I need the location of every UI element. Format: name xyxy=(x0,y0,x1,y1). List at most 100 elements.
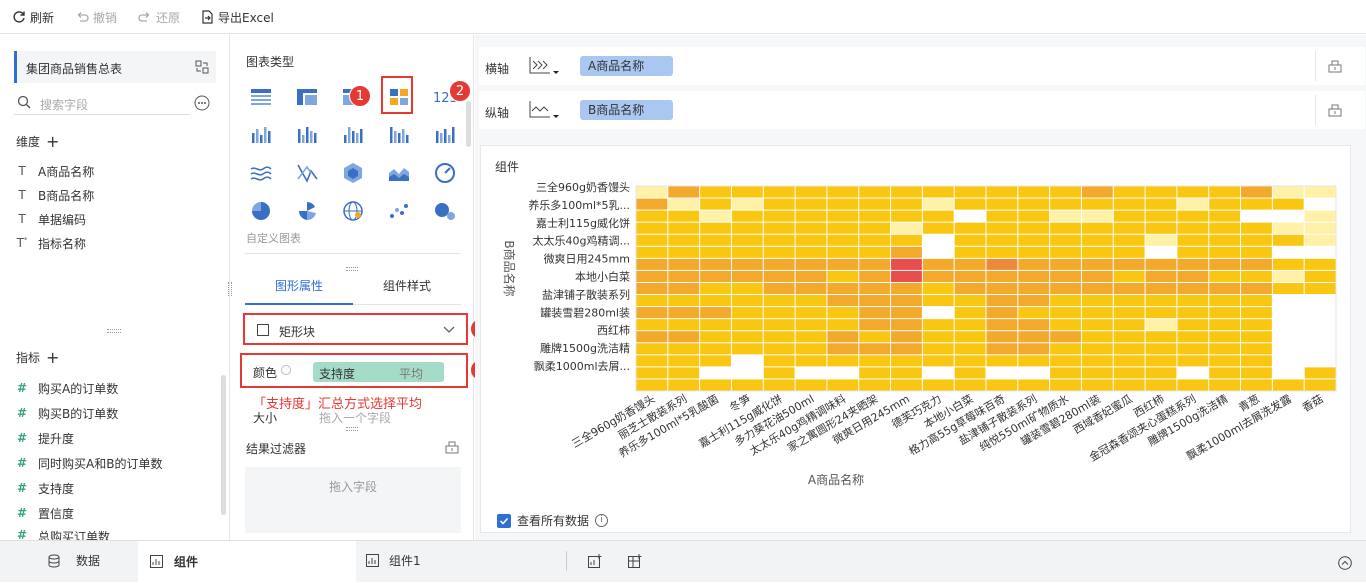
heatmap-cell[interactable] xyxy=(1177,319,1209,331)
heatmap-cell[interactable] xyxy=(795,258,827,270)
y-axis-settings-icon[interactable] xyxy=(1328,103,1342,117)
heatmap-cell[interactable] xyxy=(636,379,668,391)
heatmap-cell[interactable] xyxy=(827,307,859,319)
heatmap-cell[interactable] xyxy=(700,270,731,282)
heatmap-cell[interactable] xyxy=(922,295,954,307)
heatmap-cell[interactable] xyxy=(1272,355,1304,367)
heatmap-cell[interactable] xyxy=(1177,367,1209,379)
heatmap-cell[interactable] xyxy=(636,186,668,198)
grouped-bar-chart-icon[interactable] xyxy=(249,123,273,147)
heatmap-cell[interactable] xyxy=(700,319,731,331)
heatmap-cell[interactable] xyxy=(1304,234,1336,246)
x-axis-field-pill[interactable]: A商品名称 xyxy=(580,56,673,76)
heatmap-cell[interactable] xyxy=(1050,270,1081,282)
heatmap-cell[interactable] xyxy=(1145,307,1177,319)
field-search-input[interactable]: 搜索字段 xyxy=(14,91,190,115)
heatmap-cell[interactable] xyxy=(763,367,795,379)
heatmap-cell[interactable] xyxy=(891,379,922,391)
heatmap-cell[interactable] xyxy=(795,307,827,319)
heatmap-cell[interactable] xyxy=(986,379,1018,391)
heatmap-cell[interactable] xyxy=(954,343,986,355)
add-dimension-icon[interactable]: + xyxy=(46,132,59,151)
heatmap-cell[interactable] xyxy=(891,198,922,210)
heatmap-cell[interactable] xyxy=(636,282,668,295)
heatmap-cell[interactable] xyxy=(1018,343,1050,355)
heatmap-cell[interactable] xyxy=(986,210,1018,222)
heatmap-cell[interactable] xyxy=(954,234,986,246)
heatmap-cell[interactable] xyxy=(1209,307,1241,319)
heatmap-cell[interactable] xyxy=(1018,210,1050,222)
tab-graph-properties[interactable]: 图形属性 xyxy=(245,275,353,305)
heatmap-cell[interactable] xyxy=(1081,270,1113,282)
heatmap-cell[interactable] xyxy=(986,246,1018,258)
heatmap-cell[interactable] xyxy=(891,295,922,307)
dimension-item[interactable]: T A商品名称 xyxy=(16,161,94,181)
heatmap-cell[interactable] xyxy=(795,210,827,222)
tab-component-active[interactable]: 组件 xyxy=(138,541,356,583)
heatmap-cell[interactable] xyxy=(1304,210,1336,222)
heatmap-cell[interactable] xyxy=(1113,367,1145,379)
heatmap-cell[interactable] xyxy=(795,222,827,234)
heatmap-cell[interactable] xyxy=(668,295,700,307)
heatmap-cell[interactable] xyxy=(1304,331,1336,343)
heatmap-cell[interactable] xyxy=(859,270,891,282)
heatmap-cell[interactable] xyxy=(1177,270,1209,282)
heatmap-cell[interactable] xyxy=(1050,295,1081,307)
scrollbar[interactable] xyxy=(221,375,226,515)
heatmap-cell[interactable] xyxy=(731,246,763,258)
heatmap-cell[interactable] xyxy=(1304,222,1336,234)
heatmap-cell[interactable] xyxy=(700,246,731,258)
heatmap-cell[interactable] xyxy=(1304,319,1336,331)
heatmap-cell[interactable] xyxy=(1304,295,1336,307)
export-excel-button[interactable]: 导出Excel xyxy=(200,8,274,26)
heatmap-cell[interactable] xyxy=(986,343,1018,355)
heatmap-cell[interactable] xyxy=(731,282,763,295)
heatmap-cell[interactable] xyxy=(986,198,1018,210)
scatter-chart-icon[interactable] xyxy=(387,199,411,223)
heatmap-cell[interactable] xyxy=(1272,282,1304,295)
heatmap-cell[interactable] xyxy=(1018,355,1050,367)
radar-line-chart-icon[interactable] xyxy=(295,161,319,185)
heatmap-cell[interactable] xyxy=(1241,258,1272,270)
heatmap-cell[interactable] xyxy=(1018,379,1050,391)
heatmap-cell[interactable] xyxy=(891,307,922,319)
add-dashboard-icon[interactable] xyxy=(628,554,642,568)
heatmap-cell[interactable] xyxy=(700,355,731,367)
heatmap-cell[interactable] xyxy=(954,198,986,210)
heatmap-cell[interactable] xyxy=(668,307,700,319)
heatmap-cell[interactable] xyxy=(1241,379,1272,391)
heatmap-cell[interactable] xyxy=(795,270,827,282)
heatmap-cell[interactable] xyxy=(1272,295,1304,307)
table-selector[interactable]: 集团商品销售总表 xyxy=(14,51,216,83)
heatmap-cell[interactable] xyxy=(1018,367,1050,379)
heatmap-cell[interactable] xyxy=(859,186,891,198)
heatmap-cell[interactable] xyxy=(1018,222,1050,234)
heatmap-cell[interactable] xyxy=(636,307,668,319)
heatmap-cell[interactable] xyxy=(1018,331,1050,343)
heatmap-cell[interactable] xyxy=(1241,319,1272,331)
heatmap-cell[interactable] xyxy=(922,270,954,282)
heatmap-cell[interactable] xyxy=(636,331,668,343)
heatmap-cell[interactable] xyxy=(1081,379,1113,391)
heatmap-cell[interactable] xyxy=(1081,246,1113,258)
heatmap-cell[interactable] xyxy=(763,295,795,307)
heatmap-cell[interactable] xyxy=(1209,295,1241,307)
heatmap-cell[interactable] xyxy=(986,355,1018,367)
heatmap-cell[interactable] xyxy=(1304,270,1336,282)
heatmap-cell[interactable] xyxy=(1081,307,1113,319)
heatmap-cell[interactable] xyxy=(700,258,731,270)
measure-item[interactable]: # 总购买订单数 xyxy=(16,528,110,540)
refresh-button[interactable]: 刷新 xyxy=(12,8,54,26)
heatmap-cell[interactable] xyxy=(891,270,922,282)
heatmap-cell[interactable] xyxy=(636,319,668,331)
heatmap-cell[interactable] xyxy=(1018,234,1050,246)
heatmap-cell[interactable] xyxy=(1177,210,1209,222)
heatmap-cell[interactable] xyxy=(1018,186,1050,198)
heatmap-cell[interactable] xyxy=(1018,270,1050,282)
heatmap-cell[interactable] xyxy=(731,307,763,319)
heatmap-cell[interactable] xyxy=(954,319,986,331)
heatmap-cell[interactable] xyxy=(1177,379,1209,391)
heatmap-cell[interactable] xyxy=(1241,234,1272,246)
heatmap-cell[interactable] xyxy=(922,307,954,319)
heatmap-cell[interactable] xyxy=(1304,282,1336,295)
